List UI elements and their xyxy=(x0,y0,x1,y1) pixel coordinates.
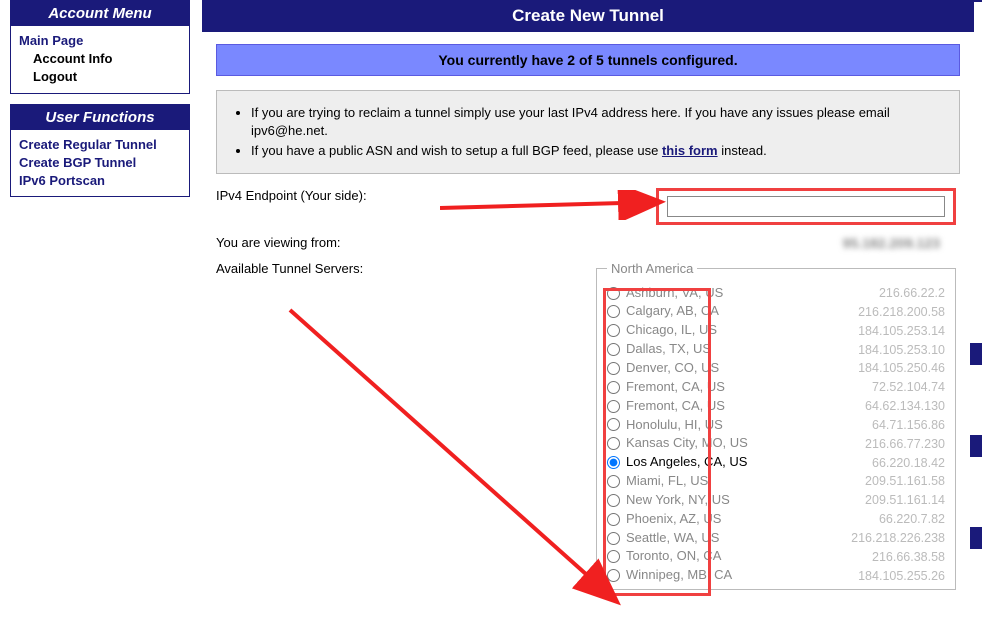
server-row[interactable]: Dallas, TX, US 184.105.253.10 xyxy=(607,340,945,359)
server-radio[interactable] xyxy=(607,569,620,582)
server-row[interactable]: Ashburn, VA, US 216.66.22.2 xyxy=(607,284,945,303)
server-ip: 216.66.77.230 xyxy=(825,435,945,453)
server-ip: 64.62.134.130 xyxy=(825,397,945,415)
server-radio[interactable] xyxy=(607,437,620,450)
server-radio[interactable] xyxy=(607,532,620,545)
server-ip: 216.218.200.58 xyxy=(825,303,945,321)
server-ip: 216.66.22.2 xyxy=(825,284,945,302)
server-location: Miami, FL, US xyxy=(626,472,819,491)
server-ip: 72.52.104.74 xyxy=(825,378,945,396)
server-radio[interactable] xyxy=(607,550,620,563)
ipv4-endpoint-input[interactable] xyxy=(667,196,945,217)
region-north-america: North America xyxy=(607,261,697,276)
server-row[interactable]: Miami, FL, US 209.51.161.58 xyxy=(607,472,945,491)
server-location: Seattle, WA, US xyxy=(626,529,819,548)
server-location: Winnipeg, MB, CA xyxy=(626,566,819,585)
server-location: New York, NY, US xyxy=(626,491,819,510)
server-ip: 64.71.156.86 xyxy=(825,416,945,434)
server-location: Fremont, CA, US xyxy=(626,378,819,397)
main-content: Create New Tunnel You currently have 2 o… xyxy=(202,0,974,612)
account-info-link[interactable]: Account Info xyxy=(33,50,181,68)
server-row[interactable]: Calgary, AB, CA 216.218.200.58 xyxy=(607,302,945,321)
servers-fieldset: North America Ashburn, VA, US 216.66.22.2… xyxy=(596,261,956,591)
server-radio[interactable] xyxy=(607,456,620,469)
ipv6-portscan-link[interactable]: IPv6 Portscan xyxy=(19,172,181,190)
server-radio[interactable] xyxy=(607,343,620,356)
page-title: Create New Tunnel xyxy=(202,0,974,32)
server-ip: 66.220.18.42 xyxy=(825,454,945,472)
server-ip: 184.105.250.46 xyxy=(825,359,945,377)
server-ip: 216.66.38.58 xyxy=(825,548,945,566)
server-location: Chicago, IL, US xyxy=(626,321,819,340)
account-menu-panel: Account Menu Main Page Account Info Logo… xyxy=(10,0,190,94)
server-row[interactable]: New York, NY, US 209.51.161.14 xyxy=(607,491,945,510)
server-radio[interactable] xyxy=(607,513,620,526)
server-location: Los Angeles, CA, US xyxy=(626,453,819,472)
info-box: If you are trying to reclaim a tunnel si… xyxy=(216,90,960,174)
info-bgp: If you have a public ASN and wish to set… xyxy=(251,142,945,160)
main-page-link[interactable]: Main Page xyxy=(19,32,181,50)
server-radio[interactable] xyxy=(607,305,620,318)
server-radio[interactable] xyxy=(607,494,620,507)
server-ip: 66.220.7.82 xyxy=(825,510,945,528)
server-row[interactable]: Honolulu, HI, US 64.71.156.86 xyxy=(607,416,945,435)
server-location: Denver, CO, US xyxy=(626,359,819,378)
server-location: Dallas, TX, US xyxy=(626,340,819,359)
server-ip: 184.105.255.26 xyxy=(825,567,945,585)
server-radio[interactable] xyxy=(607,475,620,488)
server-location: Phoenix, AZ, US xyxy=(626,510,819,529)
server-location: Toronto, ON, CA xyxy=(626,547,819,566)
server-ip: 209.51.161.58 xyxy=(825,472,945,490)
server-location: Fremont, CA, US xyxy=(626,397,819,416)
right-edge-fragments xyxy=(970,0,982,549)
create-regular-tunnel-link[interactable]: Create Regular Tunnel xyxy=(19,136,181,154)
server-row[interactable]: Toronto, ON, CA 216.66.38.58 xyxy=(607,547,945,566)
server-row[interactable]: Winnipeg, MB, CA 184.105.255.26 xyxy=(607,566,945,585)
ipv4-endpoint-label: IPv4 Endpoint (Your side): xyxy=(216,188,576,203)
viewing-from-ip: 95.182.209.123 xyxy=(843,235,960,251)
server-ip: 184.105.253.14 xyxy=(825,322,945,340)
server-ip: 216.218.226.238 xyxy=(825,529,945,547)
server-ip: 209.51.161.14 xyxy=(825,491,945,509)
create-bgp-tunnel-link[interactable]: Create BGP Tunnel xyxy=(19,154,181,172)
server-radio[interactable] xyxy=(607,324,620,337)
server-ip: 184.105.253.10 xyxy=(825,341,945,359)
server-radio[interactable] xyxy=(607,418,620,431)
server-row[interactable]: Kansas City, MO, US 216.66.77.230 xyxy=(607,434,945,453)
logout-link[interactable]: Logout xyxy=(33,68,181,86)
user-functions-title: User Functions xyxy=(11,105,189,130)
server-row[interactable]: Los Angeles, CA, US 66.220.18.42 xyxy=(607,453,945,472)
account-menu-title: Account Menu xyxy=(11,1,189,26)
server-location: Calgary, AB, CA xyxy=(626,302,819,321)
server-radio[interactable] xyxy=(607,362,620,375)
server-row[interactable]: Fremont, CA, US 64.62.134.130 xyxy=(607,397,945,416)
available-servers-label: Available Tunnel Servers: xyxy=(216,261,576,276)
server-row[interactable]: Phoenix, AZ, US 66.220.7.82 xyxy=(607,510,945,529)
server-location: Kansas City, MO, US xyxy=(626,434,819,453)
server-row[interactable]: Denver, CO, US 184.105.250.46 xyxy=(607,359,945,378)
ipv4-endpoint-highlight xyxy=(656,188,956,225)
viewing-from-label: You are viewing from: xyxy=(216,235,576,250)
server-row[interactable]: Chicago, IL, US 184.105.253.14 xyxy=(607,321,945,340)
server-radio[interactable] xyxy=(607,287,620,300)
server-location: Ashburn, VA, US xyxy=(626,284,819,303)
server-radio[interactable] xyxy=(607,381,620,394)
server-radio[interactable] xyxy=(607,400,620,413)
tunnel-count-banner: You currently have 2 of 5 tunnels config… xyxy=(216,44,960,76)
info-reclaim: If you are trying to reclaim a tunnel si… xyxy=(251,104,945,139)
bgp-form-link[interactable]: this form xyxy=(662,143,718,158)
user-functions-panel: User Functions Create Regular Tunnel Cre… xyxy=(10,104,190,198)
server-row[interactable]: Seattle, WA, US 216.218.226.238 xyxy=(607,529,945,548)
server-location: Honolulu, HI, US xyxy=(626,416,819,435)
server-row[interactable]: Fremont, CA, US 72.52.104.74 xyxy=(607,378,945,397)
